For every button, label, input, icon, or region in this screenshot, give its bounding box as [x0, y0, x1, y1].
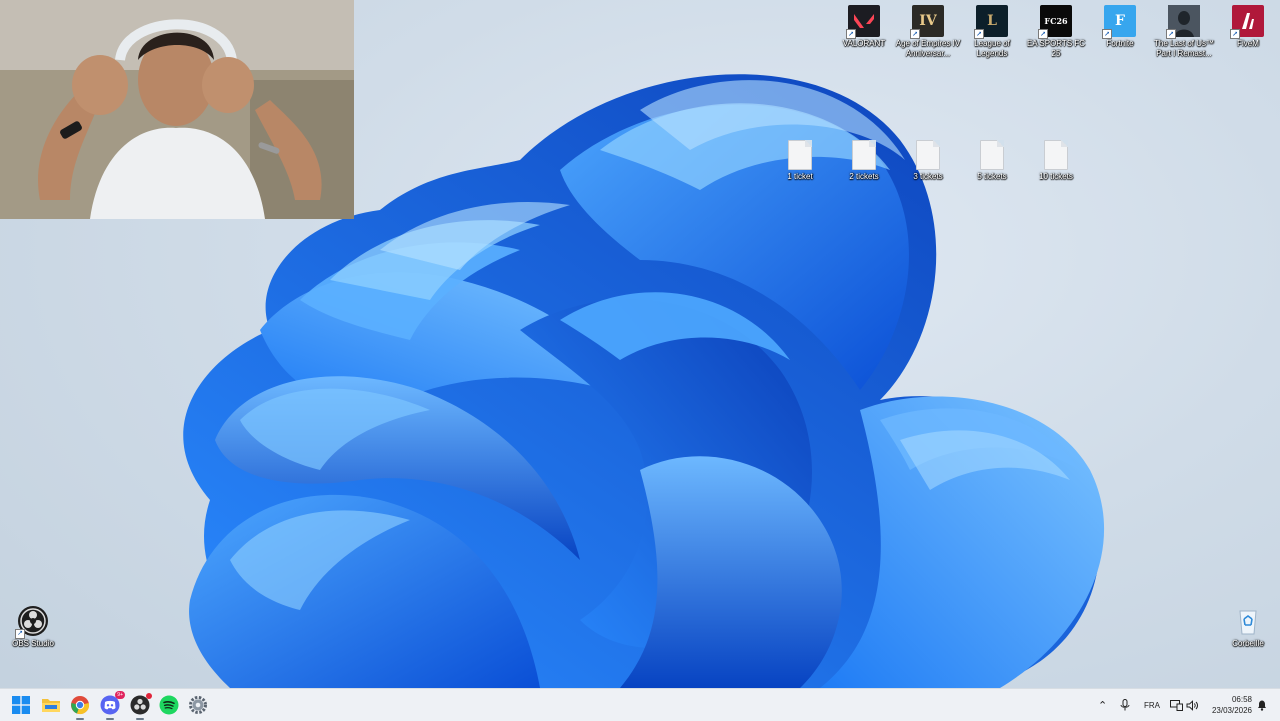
taskbar-file-explorer[interactable]	[39, 693, 63, 717]
volume-button[interactable]	[1186, 689, 1199, 721]
taskbar-clock[interactable]: 06:58 23/03/2026	[1212, 694, 1252, 716]
file-icon	[980, 140, 1004, 170]
file-icon	[916, 140, 940, 170]
webcam-person-image	[0, 0, 354, 219]
shortcut-arrow-icon: ↗	[910, 29, 920, 39]
recycle-bin-icon	[1232, 605, 1264, 637]
tray-overflow-button[interactable]: ⌃	[1098, 689, 1107, 721]
desktop-icon-label: Corbeille	[1232, 639, 1264, 648]
desktop-icon-label: The Last of Us™ Part I Remast...	[1153, 39, 1215, 58]
desktop-file-icon[interactable]: 2 tickets	[831, 140, 897, 182]
taskbar-obs[interactable]	[128, 693, 152, 720]
desktop-icon-league-of-legends[interactable]: L ↗ League of Legends	[959, 5, 1025, 59]
discord-notification-badge: 9+	[115, 691, 125, 699]
spotify-icon	[159, 695, 179, 715]
desktop-icon-recycle-bin[interactable]: Corbeille	[1215, 605, 1280, 649]
age-of-empires-icon: IV ↗	[910, 5, 944, 39]
start-button[interactable]	[9, 693, 33, 717]
microphone-button[interactable]	[1120, 689, 1130, 721]
desktop-icon-label: Fortnite	[1106, 39, 1134, 48]
shortcut-arrow-icon: ↗	[1230, 29, 1240, 39]
shortcut-arrow-icon: ↗	[846, 29, 856, 39]
desktop-icon-obs-studio[interactable]: ↗ OBS Studio	[0, 605, 66, 649]
shortcut-arrow-icon: ↗	[1166, 29, 1176, 39]
fivem-icon: ↗	[1230, 5, 1264, 39]
recording-indicator-icon	[146, 693, 152, 699]
desktop-icon-label: EA SPORTS FC 25	[1026, 39, 1086, 58]
network-icon	[1170, 699, 1183, 711]
desktop-file-label: 1 ticket	[787, 172, 813, 181]
gear-icon	[189, 696, 207, 714]
ea-sports-fc-icon: FC26 ↗	[1038, 5, 1072, 39]
file-icon	[788, 140, 812, 170]
desktop-file-label: 5 tickets	[977, 172, 1007, 181]
input-language-label: FRA	[1144, 700, 1160, 710]
desktop-icon-the-last-of-us[interactable]: ↗ The Last of Us™ Part I Remast...	[1151, 5, 1217, 59]
desktop-file-label: 10 tickets	[1039, 172, 1073, 181]
taskbar-spotify[interactable]	[157, 693, 181, 717]
desktop-icon-label: FiveM	[1237, 39, 1259, 48]
desktop-icon-label: League of Legends	[974, 39, 1010, 58]
desktop-file-icon[interactable]: 10 tickets	[1023, 140, 1089, 182]
shortcut-arrow-icon: ↗	[974, 29, 984, 39]
desktop-file-icon[interactable]: 5 tickets	[959, 140, 1025, 182]
desktop-file-icon[interactable]: 3 tickets	[895, 140, 961, 182]
the-last-of-us-icon: ↗	[1166, 5, 1200, 39]
clock-date: 23/03/2026	[1211, 706, 1252, 715]
desktop-file-label: 2 tickets	[849, 172, 879, 181]
desktop-file-icon[interactable]: 1 ticket	[767, 140, 833, 182]
taskbar: 9+ ⌃ FRA 06:58 23/03/2026	[0, 688, 1280, 721]
chevron-up-icon: ⌃	[1098, 699, 1108, 712]
notifications-button[interactable]	[1256, 689, 1268, 721]
shortcut-arrow-icon: ↗	[1102, 29, 1112, 39]
taskbar-settings[interactable]	[186, 693, 210, 717]
obs-icon: ↗	[15, 605, 49, 639]
chrome-icon	[71, 696, 90, 715]
desktop-icon-age-of-empires[interactable]: IV ↗ Age of Empires IV Anniversar...	[895, 5, 961, 59]
file-icon	[852, 140, 876, 170]
shortcut-arrow-icon: ↗	[1038, 29, 1048, 39]
desktop-icon-label: OBS Studio	[12, 639, 54, 648]
desktop-icon-fivem[interactable]: ↗ FiveM	[1215, 5, 1280, 49]
fortnite-icon: F ↗	[1102, 5, 1136, 39]
desktop-icon-label: VALORANT	[842, 39, 886, 48]
desktop-icon-fortnite[interactable]: F ↗ Fortnite	[1087, 5, 1153, 49]
taskbar-chrome[interactable]	[68, 693, 92, 720]
input-language-button[interactable]: FRA	[1144, 689, 1160, 721]
file-icon	[1044, 140, 1068, 170]
shortcut-arrow-icon: ↗	[15, 629, 25, 639]
desktop-file-label: 3 tickets	[913, 172, 943, 181]
windows-logo-icon	[12, 696, 30, 714]
speaker-icon	[1186, 699, 1198, 711]
network-button[interactable]	[1170, 689, 1183, 721]
folder-icon	[42, 699, 60, 712]
clock-time: 06:58	[1231, 695, 1252, 704]
league-of-legends-icon: L ↗	[974, 5, 1008, 39]
desktop-icon-ea-sports-fc[interactable]: FC26 ↗ EA SPORTS FC 25	[1023, 5, 1089, 59]
notification-bell-icon	[1258, 700, 1266, 711]
valorant-icon: ↗	[846, 5, 880, 39]
webcam-overlay	[0, 0, 354, 219]
desktop-icon-valorant[interactable]: ↗ VALORANT	[831, 5, 897, 49]
desktop: ↗ VALORANT IV ↗ Age of Empires IV Anniversar…	[0, 0, 1280, 688]
desktop-icon-label: Age of Empires IV Anniversar...	[895, 39, 961, 58]
icon-glyph: IV	[919, 13, 937, 29]
taskbar-discord[interactable]: 9+	[98, 691, 125, 720]
icon-glyph: FC26	[1044, 16, 1068, 26]
icon-glyph: F	[1115, 13, 1125, 29]
microphone-icon	[1120, 699, 1130, 711]
icon-glyph: L	[987, 13, 997, 29]
